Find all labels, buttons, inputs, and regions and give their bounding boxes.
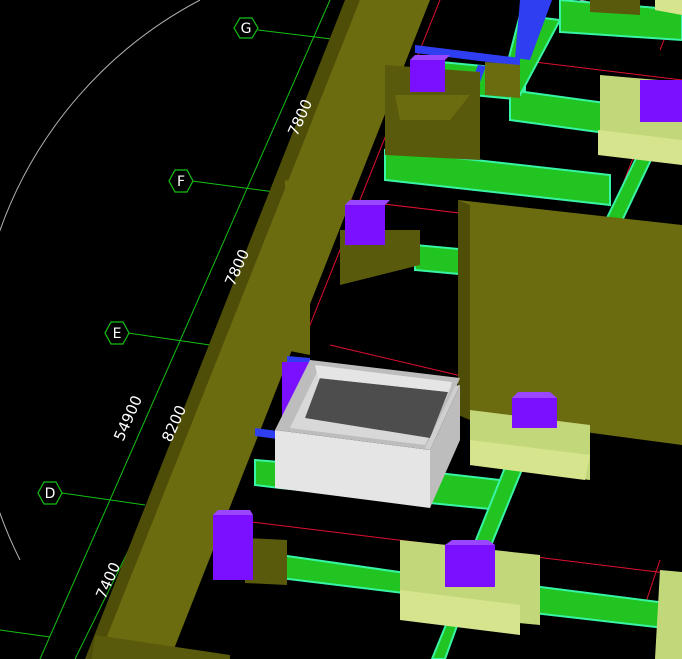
grid-axis-bubble-d[interactable]: D	[37, 481, 63, 505]
model-viewport[interactable]: G F E D 54900 7800 7800 8200 7400	[0, 0, 682, 659]
grid-axis-bubble-e[interactable]: E	[104, 321, 130, 345]
equipment-wall-panel	[458, 200, 682, 445]
grid-axis-label-e: E	[113, 326, 122, 342]
grid-axis-bubble-g[interactable]: G	[233, 17, 259, 39]
grid-axis-label-g: G	[241, 21, 252, 37]
grid-axis-label-f: F	[177, 174, 185, 190]
open-tank	[275, 360, 460, 508]
dimension-total: 54900	[110, 393, 146, 444]
grid-axis-label-d: D	[45, 486, 56, 502]
grid-axis-bubble-f[interactable]: F	[168, 169, 194, 193]
model-canvas[interactable]: G F E D 54900 7800 7800 8200 7400	[0, 0, 682, 659]
